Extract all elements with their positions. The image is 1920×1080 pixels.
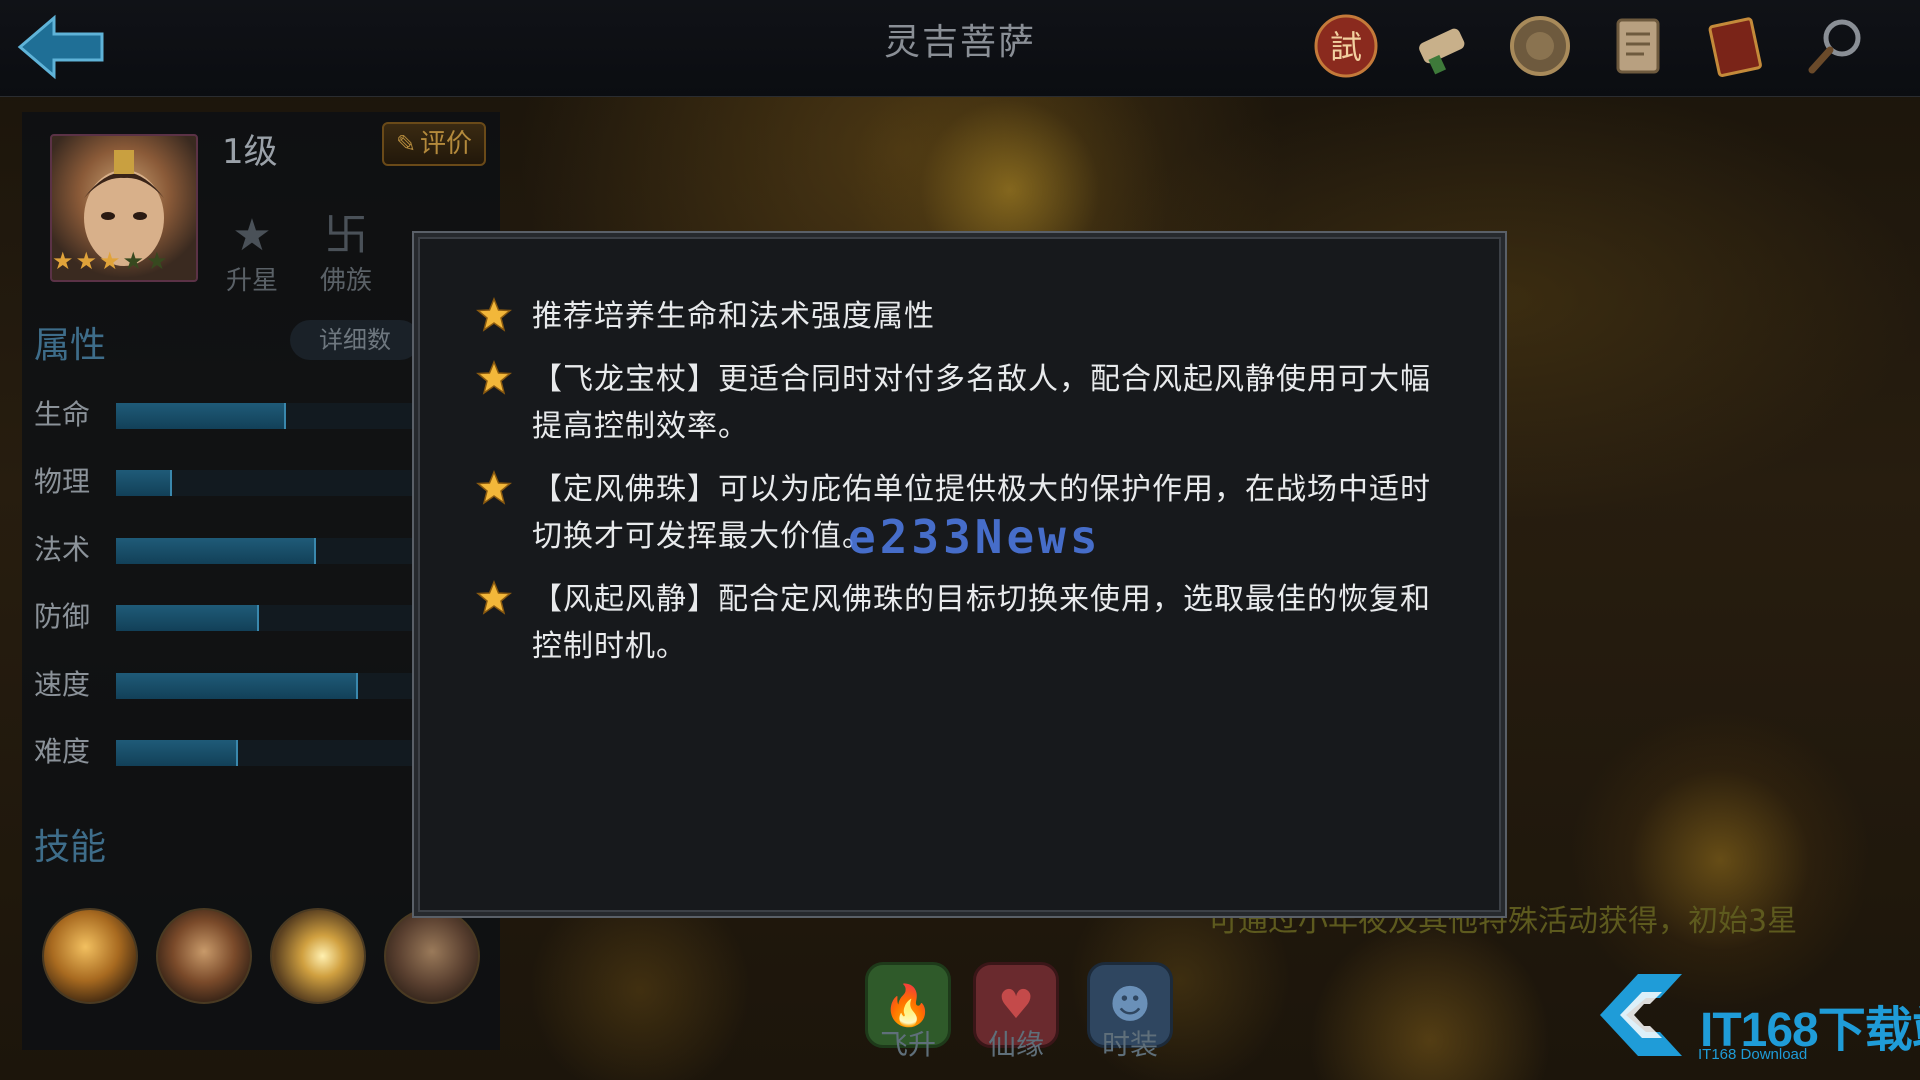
edit-icon: ✎ (395, 130, 417, 158)
trial-seal-icon: 試 (1314, 14, 1378, 78)
stat-row: 法术 (34, 530, 416, 570)
page-title: 灵吉菩萨 (883, 22, 1036, 63)
book-button[interactable] (1700, 10, 1772, 82)
tab-star-up[interactable]: ★ 升星 (212, 210, 292, 297)
stat-bar (116, 740, 416, 766)
star-empty-icon: ★ (146, 247, 168, 275)
faction-icon: 卐 (324, 210, 368, 261)
rate-button-label: 评价 (420, 129, 473, 159)
star-icon: ★ (52, 247, 74, 275)
skill-icon-4[interactable] (384, 908, 480, 1004)
tip-text: 【风起风静】配合定风佛珠的目标切换来使用，选取最佳的恢复和控制时机。 (532, 582, 1431, 664)
trial-seal-button[interactable]: 試 (1310, 10, 1382, 82)
star-empty-icon: ★ (122, 247, 145, 275)
stat-label: 难度 (34, 735, 91, 768)
watermark: e233News (848, 510, 1102, 564)
detail-stats-button[interactable]: 详细数 (290, 320, 420, 360)
tab-fate-label: 仙缘 (987, 1028, 1044, 1061)
stat-bar-fill (116, 470, 172, 496)
skill-icon-2[interactable] (156, 908, 252, 1004)
tip-item: 【飞龙宝杖】更适合同时对付多名敌人，配合风起风静使用可大幅提高控制效率。 (476, 356, 1436, 450)
stat-bar (116, 538, 416, 564)
tab-ascend-label: 飞升 (879, 1028, 936, 1061)
tab-fate[interactable]: ♥ 仙缘 (968, 962, 1064, 1070)
stat-bar-fill (116, 740, 238, 766)
site-logo-subtitle: IT168 Download (1698, 1046, 1808, 1063)
tip-text: 推荐培养生命和法术强度属性 (532, 299, 935, 334)
attributes-header: 属性 (34, 325, 107, 366)
star-icon (476, 297, 512, 332)
back-arrow-icon (17, 14, 104, 80)
stat-label: 法术 (34, 533, 91, 566)
tab-star-up-label: 升星 (225, 266, 278, 296)
book-icon (1708, 17, 1762, 77)
stat-bar (116, 403, 416, 429)
star-icon: ★ (99, 247, 121, 275)
document-button[interactable] (1602, 10, 1674, 82)
tip-list: 推荐培养生命和法术强度属性 【飞龙宝杖】更适合同时对付多名敌人，配合风起风静使用… (476, 293, 1436, 686)
stat-label: 物理 (34, 465, 91, 498)
medal-button[interactable] (1504, 10, 1576, 82)
tips-dialog: 推荐培养生命和法术强度属性 【飞龙宝杖】更适合同时对付多名敌人，配合风起风静使用… (412, 231, 1507, 918)
document-icon (1616, 18, 1660, 74)
stat-row: 难度 (34, 732, 416, 772)
skills-header: 技能 (34, 827, 107, 868)
svg-text:試: 試 (1330, 28, 1362, 66)
top-bar: 灵吉菩萨 試 (0, 0, 1920, 97)
game-screen: 灵吉菩萨 試 ★ ★ ★ ★ ★ 1级 ✎ 评价 ★ 升星 卐 佛族 属性 详细… (0, 0, 1920, 1080)
stat-bar-fill (116, 673, 358, 699)
tab-costume[interactable]: ☻ 时装 (1082, 962, 1178, 1070)
medal-icon (1510, 16, 1570, 76)
stat-label: 防御 (34, 600, 91, 633)
stat-row: 生命 (34, 395, 416, 435)
stat-label: 速度 (34, 668, 91, 701)
scroll-button[interactable] (1408, 10, 1480, 82)
stat-bar (116, 673, 416, 699)
search-icon (1808, 19, 1861, 74)
tab-faction-label: 佛族 (319, 266, 372, 296)
star-up-icon: ★ (232, 210, 272, 261)
hero-star-rating: ★ ★ ★ ★ ★ (52, 248, 192, 274)
tip-item: 推荐培养生命和法术强度属性 (476, 293, 1436, 340)
tab-costume-label: 时装 (1101, 1028, 1158, 1061)
tip-text: 【飞龙宝杖】更适合同时对付多名敌人，配合风起风静使用可大幅提高控制效率。 (532, 362, 1431, 444)
back-button[interactable] (14, 10, 110, 84)
stat-bar (116, 470, 416, 496)
search-button[interactable] (1800, 10, 1872, 82)
hero-level: 1级 (222, 132, 278, 172)
star-icon: ★ (75, 247, 98, 275)
stat-bar (116, 605, 416, 631)
tab-faction[interactable]: 卐 佛族 (306, 210, 386, 297)
stat-row: 防御 (34, 597, 416, 637)
stat-bar-fill (116, 538, 316, 564)
tip-item: 【风起风静】配合定风佛珠的目标切换来使用，选取最佳的恢复和控制时机。 (476, 576, 1436, 670)
stat-bar-fill (116, 403, 286, 429)
scroll-icon (1419, 28, 1465, 75)
stat-row: 速度 (34, 665, 416, 705)
star-icon (476, 360, 512, 395)
star-icon (476, 470, 512, 505)
stat-label: 生命 (34, 398, 91, 431)
rate-button[interactable]: ✎ 评价 (382, 122, 486, 166)
stat-row: 物理 (34, 462, 416, 502)
tab-ascend[interactable]: 🔥 飞升 (860, 962, 956, 1070)
skill-icon-3[interactable] (270, 908, 366, 1004)
stat-bar-fill (116, 605, 259, 631)
star-icon (476, 580, 512, 615)
skill-icon-1[interactable] (42, 908, 138, 1004)
